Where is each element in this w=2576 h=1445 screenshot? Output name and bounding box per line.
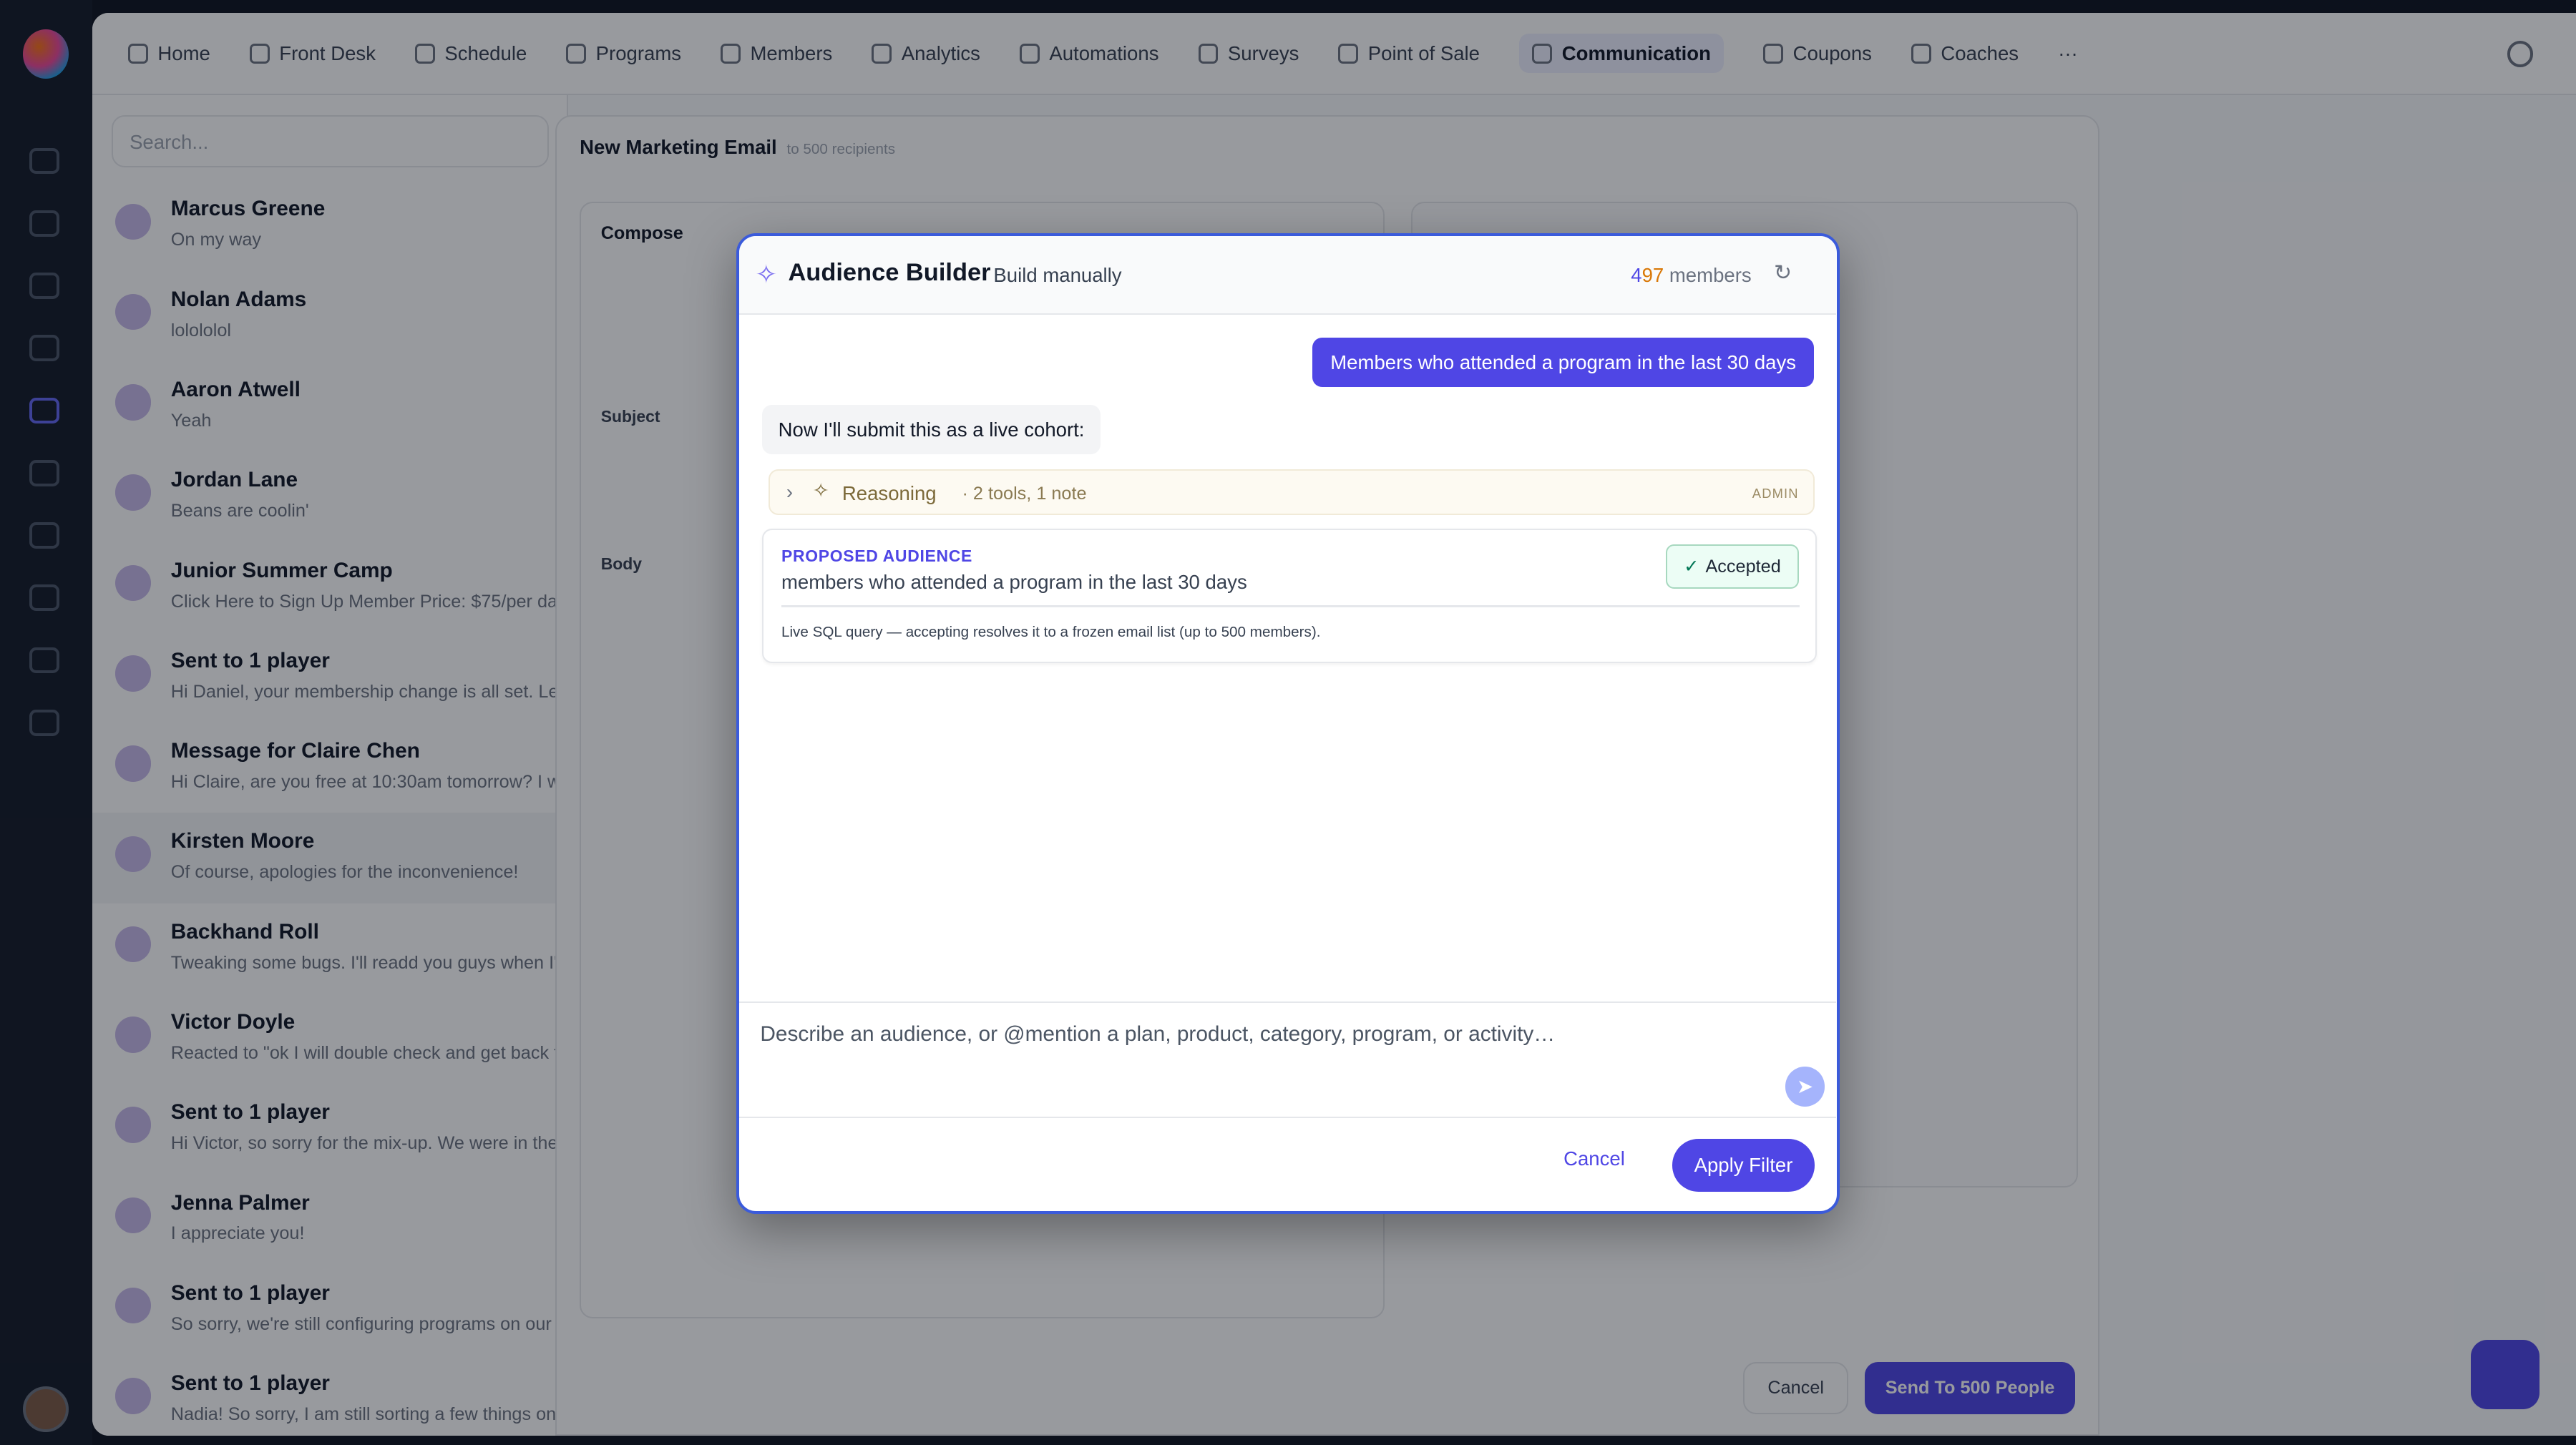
proposal-description: members who attended a program in the la… xyxy=(781,571,1247,594)
proposal-note: Live SQL query — accepting resolves it t… xyxy=(781,623,1321,640)
sparkle-icon: ✧ xyxy=(755,260,778,290)
prompt-composer: ➤ xyxy=(738,1001,1837,1117)
modal-footer: Cancel Apply Filter xyxy=(738,1116,1837,1211)
chevron-right-icon: › xyxy=(786,480,794,503)
accepted-label: Accepted xyxy=(1705,557,1781,577)
audience-builder-modal: ✧ Audience Builder Build manually 497 me… xyxy=(736,233,1840,1214)
app-shell: Home Front Desk Schedule Programs Member… xyxy=(0,0,2576,1445)
reasoning-row[interactable]: › ✧ Reasoning · 2 tools, 1 note ADMIN xyxy=(768,469,1815,516)
assistant-message: Now I'll submit this as a live cohort: xyxy=(761,405,1101,455)
modal-header: ✧ Audience Builder Build manually 497 me… xyxy=(738,236,1837,315)
modal-title: Audience Builder xyxy=(788,259,991,287)
build-manually-link[interactable]: Build manually xyxy=(993,264,1121,287)
accepted-button[interactable]: ✓ Accepted xyxy=(1666,544,1799,589)
proposal-header: PROPOSED AUDIENCE xyxy=(781,546,972,565)
refresh-icon[interactable]: ↻ xyxy=(1774,260,1792,285)
member-count-label: members xyxy=(1669,264,1752,287)
check-icon: ✓ xyxy=(1684,557,1699,577)
member-count-suffix: 97 xyxy=(1641,264,1664,287)
user-message: Members who attended a program in the la… xyxy=(1312,338,1815,388)
apply-filter-button[interactable]: Apply Filter xyxy=(1672,1139,1815,1192)
admin-badge: ADMIN xyxy=(1752,485,1799,501)
reasoning-label: Reasoning xyxy=(841,482,937,505)
send-icon[interactable]: ➤ xyxy=(1785,1067,1825,1107)
audience-prompt-input[interactable] xyxy=(748,1012,1767,1056)
reasoning-meta: · 2 tools, 1 note xyxy=(962,484,1087,504)
cancel-button[interactable]: Cancel xyxy=(1563,1147,1625,1170)
member-count: 497 members xyxy=(1631,264,1751,287)
sparkle-icon: ✧ xyxy=(812,479,829,501)
member-count-prefix: 4 xyxy=(1631,264,1642,287)
proposed-audience-card: PROPOSED AUDIENCE members who attended a… xyxy=(761,528,1817,663)
divider xyxy=(781,605,1800,607)
